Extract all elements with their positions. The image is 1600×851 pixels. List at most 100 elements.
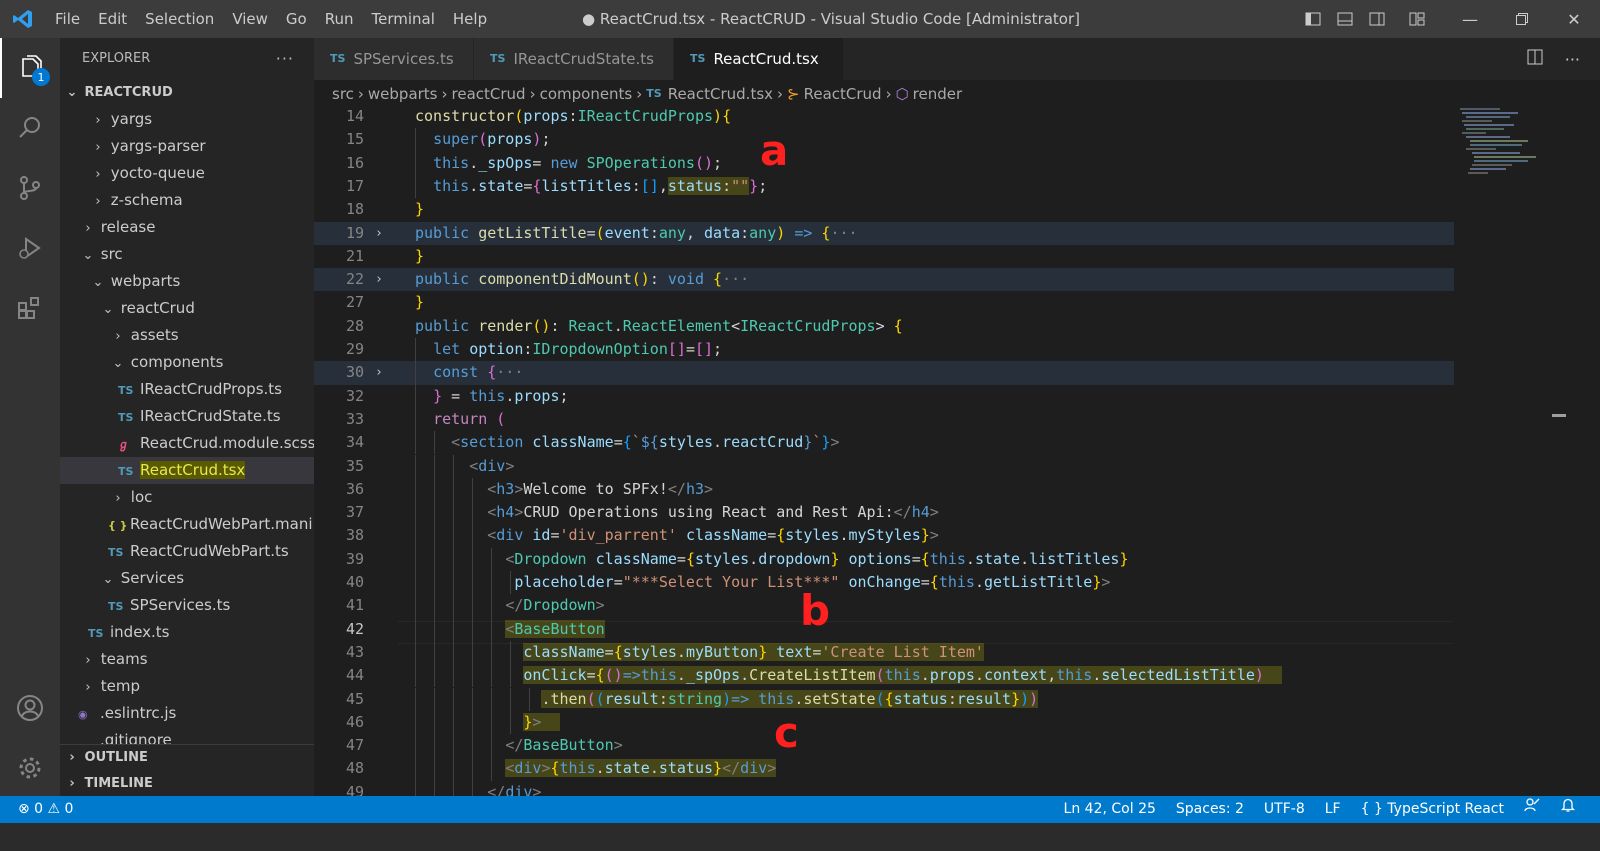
chevron-right-icon: ›: [95, 194, 101, 209]
title-controls: — ✕: [1294, 0, 1600, 38]
chevron-down-icon: ⌄: [102, 302, 114, 317]
tree-file-webpart-ts[interactable]: TS ReactCrudWebPart.ts: [60, 538, 314, 565]
timeline-section[interactable]: › TIMELINE: [60, 771, 314, 797]
vertical-scrollbar[interactable]: [1552, 108, 1566, 796]
minimap[interactable]: [1452, 108, 1552, 208]
extensions-icon[interactable]: [0, 278, 60, 338]
restore-icon[interactable]: [1496, 0, 1548, 38]
language-mode[interactable]: { } TypeScript React: [1351, 796, 1514, 823]
line-number: 42: [345, 619, 364, 638]
customize-layout-icon[interactable]: [1404, 0, 1430, 38]
tab-reactcrud-tsx[interactable]: TS ReactCrud.tsx: [674, 38, 844, 80]
tree-folder-yargs[interactable]: › yargs: [60, 106, 314, 133]
tree-folder-temp[interactable]: › temp: [60, 673, 314, 700]
breadcrumb-item[interactable]: components: [540, 80, 633, 108]
tree-label: src: [100, 245, 123, 263]
menu-run[interactable]: Run: [316, 0, 363, 38]
close-window-icon[interactable]: ✕: [1548, 0, 1600, 38]
explorer-sidebar: EXPLORER ··· ⌄ REACTCRUD › yargs › yargs…: [60, 38, 314, 796]
tree-folder-yargs-parser[interactable]: › yargs-parser: [60, 133, 314, 160]
fold-chevron-icon[interactable]: ›: [375, 361, 383, 384]
menu-edit[interactable]: Edit: [89, 0, 136, 38]
fold-chevron-icon[interactable]: ›: [375, 222, 383, 245]
menu-file[interactable]: File: [46, 0, 89, 38]
tree-file-eslintrc[interactable]: ◉ .eslintrc.js: [60, 700, 314, 727]
tree-folder-reactcrud[interactable]: ⌄ reactCrud: [60, 295, 314, 322]
tree-folder-src[interactable]: ⌄ src: [60, 241, 314, 268]
toggle-secondary-sidebar-icon[interactable]: [1364, 0, 1390, 38]
outline-section[interactable]: › OUTLINE: [60, 745, 314, 771]
code-text: this.state={listTitles:[],status:""};: [433, 176, 768, 195]
tree-file-spservices[interactable]: TS SPServices.ts: [60, 592, 314, 619]
code-line: 33 return (: [314, 407, 1454, 432]
line-number: 33: [345, 409, 364, 428]
encoding-status[interactable]: UTF-8: [1254, 796, 1315, 823]
tree-file-webpart-manifest[interactable]: { } ReactCrudWebPart.mani...: [60, 511, 314, 538]
menu-view[interactable]: View: [223, 0, 277, 38]
breadcrumb-item[interactable]: ReactCrud: [804, 80, 882, 108]
tree-folder-yocto-queue[interactable]: › yocto-queue: [60, 160, 314, 187]
minimize-icon[interactable]: —: [1444, 0, 1496, 38]
code-text: <div>{this.state.status}</div>: [505, 759, 777, 778]
explorer-icon[interactable]: 1: [0, 38, 60, 98]
typescript-file-icon: TS: [690, 52, 706, 65]
accounts-icon[interactable]: [0, 678, 60, 738]
run-debug-icon[interactable]: [0, 218, 60, 278]
indentation-status[interactable]: Spaces: 2: [1166, 796, 1254, 823]
breadcrumb-item[interactable]: reactCrud: [452, 80, 526, 108]
tree-folder-release[interactable]: › release: [60, 214, 314, 241]
tree-file-ireactcrudprops[interactable]: TS IReactCrudProps.ts: [60, 376, 314, 403]
breadcrumb-item[interactable]: webparts: [368, 80, 438, 108]
tree-file-reactcrud-scss[interactable]: ℊ ReactCrud.module.scss: [60, 430, 314, 457]
tree-folder-services[interactable]: ⌄ Services: [60, 565, 314, 592]
tree-folder-loc[interactable]: › loc: [60, 484, 314, 511]
more-actions-icon[interactable]: ···: [276, 38, 294, 80]
menu-terminal[interactable]: Terminal: [363, 0, 444, 38]
tree-folder-teams[interactable]: › teams: [60, 646, 314, 673]
cursor-position[interactable]: Ln 42, Col 25: [1054, 796, 1166, 823]
split-editor-icon[interactable]: [1527, 49, 1543, 69]
line-number: 45: [345, 689, 364, 708]
breadcrumb-item[interactable]: src: [332, 80, 354, 108]
eol-status[interactable]: LF: [1315, 796, 1351, 823]
tab-ireactcrudstate[interactable]: TS IReactCrudState.ts: [474, 38, 674, 80]
chevron-right-icon: ›: [95, 167, 101, 182]
code-text: }>: [415, 711, 560, 734]
manage-gear-icon[interactable]: [0, 738, 60, 798]
tree-file-index[interactable]: TS index.ts: [60, 619, 314, 646]
source-control-icon[interactable]: [0, 158, 60, 218]
breadcrumb-item[interactable]: ReactCrud.tsx: [668, 80, 773, 108]
menu-selection[interactable]: Selection: [136, 0, 223, 38]
tab-spservices[interactable]: TS SPServices.ts: [314, 38, 474, 80]
menu-bar: File Edit Selection View Go Run Terminal…: [46, 0, 496, 38]
line-number: 49: [345, 782, 364, 796]
search-icon[interactable]: [0, 98, 60, 158]
project-root[interactable]: ⌄ REACTCRUD: [60, 80, 314, 106]
line-number: 48: [345, 759, 364, 778]
code-line: 47 </BaseButton>: [314, 734, 1454, 758]
tree-file-reactcrud-tsx[interactable]: TS ReactCrud.tsx: [60, 457, 314, 484]
feedback-icon[interactable]: [1514, 796, 1550, 823]
menu-go[interactable]: Go: [277, 0, 316, 38]
code-line: 45 .then((result:string)=> this.setState…: [314, 687, 1454, 711]
tree-folder-z-schema[interactable]: › z-schema: [60, 187, 314, 214]
code-editor[interactable]: 14 constructor(props:IReactCrudProps){ 15…: [314, 108, 1600, 796]
line-number: 37: [345, 503, 364, 522]
code-text: <div>: [469, 456, 515, 475]
toggle-panel-icon[interactable]: [1332, 0, 1358, 38]
toggle-sidebar-icon[interactable]: [1300, 0, 1326, 38]
tree-folder-components[interactable]: ⌄ components: [60, 349, 314, 376]
more-actions-icon[interactable]: ···: [1565, 50, 1580, 69]
tree-folder-assets[interactable]: › assets: [60, 322, 314, 349]
code-line: 48 <div>{this.state.status}</div>: [314, 757, 1454, 781]
fold-chevron-icon[interactable]: ›: [375, 268, 383, 291]
tree-file-ireactcrudstate[interactable]: TS IReactCrudState.ts: [60, 403, 314, 430]
tree-folder-webparts[interactable]: ⌄ webparts: [60, 268, 314, 295]
code-text: className={styles.myButton} text='Create…: [523, 642, 984, 661]
problems-status[interactable]: ⊗ 0 ⚠ 0: [18, 796, 73, 823]
menu-help[interactable]: Help: [444, 0, 496, 38]
breadcrumb-item[interactable]: render: [913, 80, 963, 108]
code-line: 41 </Dropdown>: [314, 594, 1454, 618]
notifications-bell-icon[interactable]: [1550, 796, 1586, 823]
chevron-right-icon: ›: [357, 85, 364, 103]
